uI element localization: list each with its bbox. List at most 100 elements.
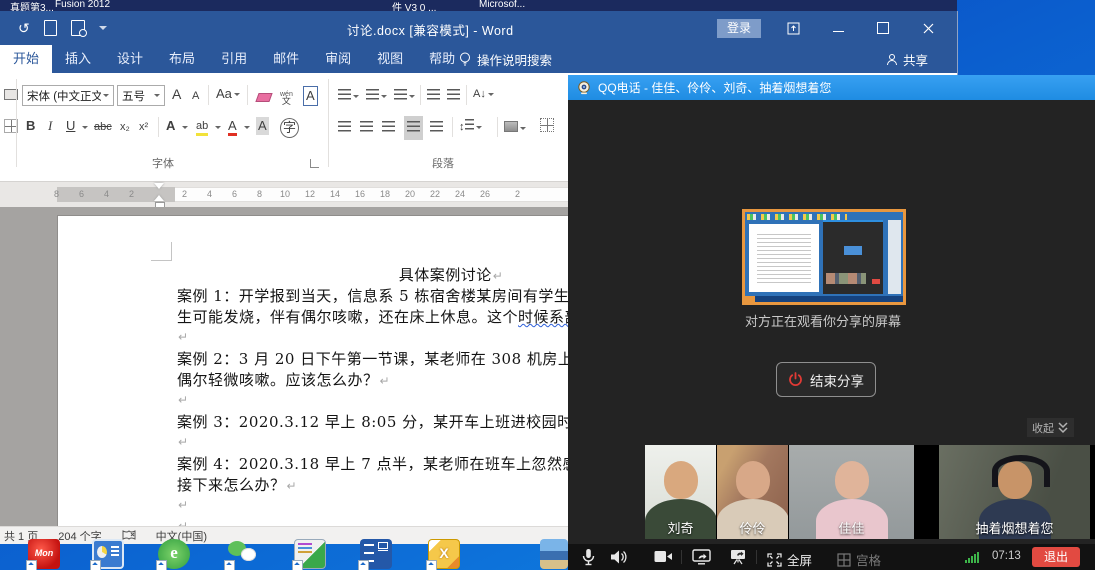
new-document-icon[interactable] xyxy=(44,20,57,36)
tab-review[interactable]: 审阅 xyxy=(312,45,364,73)
tab-design[interactable]: 设计 xyxy=(104,45,156,73)
end-share-button[interactable]: 结束分享 xyxy=(776,362,876,397)
enclose-characters-button[interactable]: 字 xyxy=(280,118,299,138)
text-effects-dropdown[interactable] xyxy=(182,126,188,129)
close-button[interactable] xyxy=(917,18,939,38)
shrink-font-button[interactable]: A xyxy=(192,87,199,105)
video-tile[interactable]: 伶伶 xyxy=(717,445,788,539)
tab-layout[interactable]: 布局 xyxy=(156,45,208,73)
desktop-shortcut-panel[interactable] xyxy=(92,539,124,569)
ruler-number: 20 xyxy=(405,189,415,199)
character-shading-button[interactable]: A xyxy=(256,117,269,135)
ruler-number: 4 xyxy=(207,189,212,199)
align-right-button[interactable] xyxy=(382,119,395,137)
strikethrough-button[interactable]: abc xyxy=(94,118,112,136)
share-button[interactable]: 共享 xyxy=(886,45,928,73)
align-left-button[interactable] xyxy=(338,119,351,137)
print-preview-icon[interactable] xyxy=(71,20,85,36)
character-border-button[interactable]: A xyxy=(303,86,318,106)
background-window-title[interactable]: 件 V3 0 ... xyxy=(392,0,436,11)
quick-access-toolbar: ↺ xyxy=(18,19,107,37)
tab-mailings[interactable]: 邮件 xyxy=(260,45,312,73)
maximize-button[interactable] xyxy=(872,18,894,38)
end-share-label: 结束分享 xyxy=(810,370,864,390)
desktop-shortcut-flowchart[interactable] xyxy=(360,539,392,569)
qq-titlebar[interactable]: QQ电话 - 佳佳、伶伶、刘奇、抽着烟想着您 xyxy=(568,75,1095,100)
increase-indent-button[interactable] xyxy=(447,87,460,105)
bullets-button[interactable] xyxy=(338,87,359,105)
background-window-titles: 真题第3... Fusion 2012 件 V3 0 ... Microsof.… xyxy=(0,0,957,11)
font-color-dropdown[interactable] xyxy=(244,126,250,129)
highlight-button[interactable]: ab xyxy=(196,117,208,136)
video-tile[interactable]: 抽着烟想着您 xyxy=(939,445,1090,539)
desktop-shortcut-wechat[interactable] xyxy=(226,539,258,569)
background-window-title[interactable]: Microsof... xyxy=(479,0,525,10)
grow-font-button[interactable]: A xyxy=(172,85,181,103)
desktop-shortcut-notebook[interactable] xyxy=(294,539,326,569)
video-strip: 刘奇 伶伶 佳佳 抽着烟想着您 xyxy=(645,445,1095,539)
tab-insert[interactable]: 插入 xyxy=(52,45,104,73)
numbering-button[interactable] xyxy=(366,87,387,105)
multilevel-list-button[interactable] xyxy=(394,87,415,105)
align-center-button[interactable] xyxy=(360,119,373,137)
tell-me-search[interactable]: 操作说明搜索 xyxy=(459,45,552,73)
screen-share-thumbnail[interactable] xyxy=(742,209,906,305)
minimize-button[interactable] xyxy=(827,18,849,38)
text-effects-button[interactable]: A xyxy=(166,117,175,135)
video-tile[interactable]: 刘奇 xyxy=(645,445,716,539)
ribbon-display-options-button[interactable] xyxy=(782,18,804,38)
margin-crop-mark xyxy=(151,242,172,261)
subscript-button[interactable]: x₂ xyxy=(120,118,130,136)
shading-button[interactable] xyxy=(504,119,526,137)
bold-button[interactable]: B xyxy=(26,117,35,135)
call-duration: 07:13 xyxy=(992,550,1021,562)
mini-side-panel xyxy=(888,220,901,294)
change-case-button[interactable]: Aa xyxy=(216,85,240,103)
speaker-button[interactable] xyxy=(610,549,628,565)
tab-home[interactable]: 开始 xyxy=(0,45,52,73)
grid-view-button[interactable]: 宫格 xyxy=(837,550,881,569)
video-tile[interactable]: 佳佳 xyxy=(789,445,914,539)
font-size-select[interactable]: 五号 xyxy=(117,85,165,106)
borders-button[interactable] xyxy=(540,118,554,137)
screen-share-button[interactable] xyxy=(692,549,711,565)
desktop-shortcut-x[interactable]: X xyxy=(428,539,460,569)
sort-button[interactable]: A↓ xyxy=(473,85,494,103)
desktop-shortcut-mon[interactable]: Mon xyxy=(28,539,60,569)
camera-button[interactable] xyxy=(654,550,673,563)
background-window-title[interactable]: 真题第3... xyxy=(10,0,54,11)
fullscreen-button[interactable]: 全屏 xyxy=(767,550,812,569)
participant-name: 佳佳 xyxy=(789,518,914,537)
collapse-button[interactable]: 收起 xyxy=(1027,418,1074,437)
exit-call-button[interactable]: 退出 xyxy=(1032,547,1080,567)
word-titlebar: ↺ 讨论.docx [兼容模式] - Word 登录 xyxy=(0,11,957,45)
fullscreen-label: 全屏 xyxy=(787,550,812,569)
underline-dropdown[interactable] xyxy=(82,126,88,129)
highlight-dropdown[interactable] xyxy=(215,126,221,129)
hanging-indent-marker[interactable] xyxy=(154,195,164,201)
italic-button[interactable]: I xyxy=(48,117,52,135)
font-dialog-launcher[interactable] xyxy=(310,159,319,168)
whiteboard-share-button[interactable] xyxy=(729,549,747,565)
font-color-button[interactable]: A xyxy=(228,117,237,136)
justify-button[interactable] xyxy=(404,116,423,140)
tab-view[interactable]: 视图 xyxy=(364,45,416,73)
superscript-button[interactable]: x² xyxy=(139,118,148,136)
decrease-indent-button[interactable] xyxy=(427,87,440,105)
clear-formatting-button[interactable] xyxy=(257,89,271,107)
desktop-shortcut-partial[interactable] xyxy=(540,539,568,569)
phonetic-guide-button[interactable]: wén文 xyxy=(280,83,293,105)
background-window-title[interactable]: Fusion 2012 xyxy=(55,0,110,10)
undo-icon[interactable]: ↺ xyxy=(18,20,30,36)
desktop-shortcut-browser[interactable]: e xyxy=(158,539,190,569)
underline-button[interactable]: U xyxy=(66,117,75,135)
first-line-indent-marker[interactable] xyxy=(154,183,164,189)
qat-customize-icon[interactable] xyxy=(99,26,107,30)
font-name-select[interactable]: 宋体 (中文正文 xyxy=(22,85,114,106)
microphone-button[interactable] xyxy=(581,548,596,566)
distribute-button[interactable] xyxy=(430,119,443,137)
sign-in-button[interactable]: 登录 xyxy=(717,19,761,38)
collapse-label: 收起 xyxy=(1032,420,1054,436)
line-spacing-button[interactable]: ↕ xyxy=(459,118,482,136)
tab-references[interactable]: 引用 xyxy=(208,45,260,73)
